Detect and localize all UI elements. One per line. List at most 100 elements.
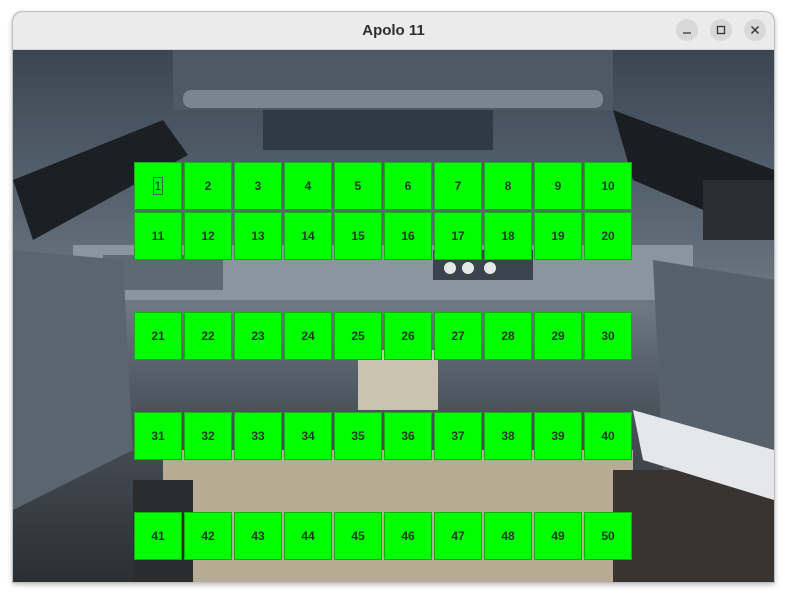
cockpit-background-image: 1 2 3 4 5 6 7 8 9 10 11 12 13 14 15 16 17 18 19 20 21 22 23 24 2…: [13, 50, 774, 582]
grid-button-15[interactable]: 15: [334, 212, 382, 260]
grid-button-label: 16: [401, 229, 415, 243]
grid-button-30[interactable]: 30: [584, 312, 632, 360]
grid-button-1[interactable]: 1: [134, 162, 182, 210]
grid-button-label: 3: [254, 179, 262, 193]
grid-button-17[interactable]: 17: [434, 212, 482, 260]
maximize-icon: [716, 25, 726, 35]
grid-button-11[interactable]: 11: [134, 212, 182, 260]
grid-button-label: 46: [401, 529, 415, 543]
grid-button-13[interactable]: 13: [234, 212, 282, 260]
grid-button-label: 34: [301, 429, 315, 443]
grid-button-32[interactable]: 32: [184, 412, 232, 460]
grid-button-26[interactable]: 26: [384, 312, 432, 360]
grid-button-38[interactable]: 38: [484, 412, 532, 460]
grid-button-23[interactable]: 23: [234, 312, 282, 360]
grid-button-label: 6: [404, 179, 412, 193]
grid-button-33[interactable]: 33: [234, 412, 282, 460]
grid-button-14[interactable]: 14: [284, 212, 332, 260]
grid-button-label: 20: [601, 229, 615, 243]
close-button[interactable]: [744, 19, 766, 41]
grid-button-4[interactable]: 4: [284, 162, 332, 210]
grid-button-5[interactable]: 5: [334, 162, 382, 210]
grid-button-label: 41: [151, 529, 165, 543]
grid-button-label: 11: [151, 229, 165, 243]
grid-button-10[interactable]: 10: [584, 162, 632, 210]
grid-button-label: 29: [551, 329, 565, 343]
grid-button-20[interactable]: 20: [584, 212, 632, 260]
grid-button-label: 31: [151, 429, 165, 443]
grid-button-22[interactable]: 22: [184, 312, 232, 360]
grid-button-label: 21: [151, 329, 165, 343]
grid-button-label: 10: [601, 179, 615, 193]
grid-button-label: 40: [601, 429, 615, 443]
grid-button-9[interactable]: 9: [534, 162, 582, 210]
grid-button-35[interactable]: 35: [334, 412, 382, 460]
grid-button-29[interactable]: 29: [534, 312, 582, 360]
grid-button-label: 14: [301, 229, 315, 243]
grid-button-46[interactable]: 46: [384, 512, 432, 560]
grid-button-label: 36: [401, 429, 415, 443]
grid-button-label: 18: [501, 229, 515, 243]
grid-button-label: 48: [501, 529, 515, 543]
grid-button-3[interactable]: 3: [234, 162, 282, 210]
grid-button-21[interactable]: 21: [134, 312, 182, 360]
grid-button-label: 42: [201, 529, 215, 543]
grid-button-6[interactable]: 6: [384, 162, 432, 210]
grid-button-label: 44: [301, 529, 315, 543]
grid-button-label: 25: [351, 329, 365, 343]
grid-button-39[interactable]: 39: [534, 412, 582, 460]
grid-button-label: 23: [251, 329, 265, 343]
grid-button-7[interactable]: 7: [434, 162, 482, 210]
grid-button-label: 22: [201, 329, 215, 343]
grid-button-label: 24: [301, 329, 315, 343]
grid-button-label: 7: [454, 179, 462, 193]
grid-button-label: 15: [351, 229, 365, 243]
grid-button-44[interactable]: 44: [284, 512, 332, 560]
grid-button-label: 26: [401, 329, 415, 343]
grid-button-label: 43: [251, 529, 265, 543]
grid-button-24[interactable]: 24: [284, 312, 332, 360]
grid-button-label: 9: [554, 179, 562, 193]
grid-button-25[interactable]: 25: [334, 312, 382, 360]
grid-button-16[interactable]: 16: [384, 212, 432, 260]
grid-button-label: 45: [351, 529, 365, 543]
maximize-button[interactable]: [710, 19, 732, 41]
grid-button-label: 19: [551, 229, 565, 243]
grid-button-label: 28: [501, 329, 515, 343]
grid-button-40[interactable]: 40: [584, 412, 632, 460]
grid-button-48[interactable]: 48: [484, 512, 532, 560]
grid-button-37[interactable]: 37: [434, 412, 482, 460]
grid-button-label: 8: [504, 179, 512, 193]
minimize-icon: [683, 32, 691, 34]
grid-button-label: 39: [551, 429, 565, 443]
grid-button-12[interactable]: 12: [184, 212, 232, 260]
grid-button-label: 37: [451, 429, 465, 443]
grid-button-47[interactable]: 47: [434, 512, 482, 560]
grid-button-label: 27: [451, 329, 465, 343]
grid-button-45[interactable]: 45: [334, 512, 382, 560]
grid-button-label: 47: [451, 529, 465, 543]
grid-button-label: 2: [204, 179, 212, 193]
grid-button-label: 38: [501, 429, 515, 443]
title-bar[interactable]: Apolo 11: [13, 12, 774, 50]
grid-button-label: 17: [451, 229, 465, 243]
grid-button-49[interactable]: 49: [534, 512, 582, 560]
minimize-button[interactable]: [676, 19, 698, 41]
grid-button-27[interactable]: 27: [434, 312, 482, 360]
close-icon: [751, 26, 759, 34]
grid-button-8[interactable]: 8: [484, 162, 532, 210]
grid-button-28[interactable]: 28: [484, 312, 532, 360]
grid-button-19[interactable]: 19: [534, 212, 582, 260]
grid-button-50[interactable]: 50: [584, 512, 632, 560]
grid-button-18[interactable]: 18: [484, 212, 532, 260]
grid-button-41[interactable]: 41: [134, 512, 182, 560]
grid-button-label: 12: [201, 229, 215, 243]
grid-button-label: 5: [354, 179, 362, 193]
grid-button-36[interactable]: 36: [384, 412, 432, 460]
grid-button-42[interactable]: 42: [184, 512, 232, 560]
grid-button-31[interactable]: 31: [134, 412, 182, 460]
grid-button-43[interactable]: 43: [234, 512, 282, 560]
grid-button-2[interactable]: 2: [184, 162, 232, 210]
grid-button-34[interactable]: 34: [284, 412, 332, 460]
app-window: Apolo 11 1 2 3 4 5 6 7 8 9 10 11 12 13 1…: [13, 12, 774, 582]
